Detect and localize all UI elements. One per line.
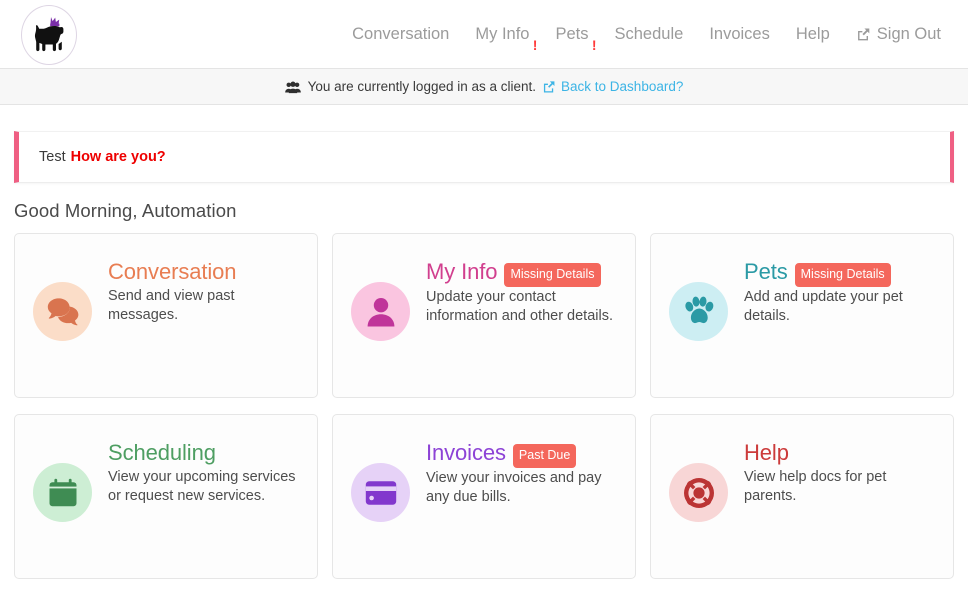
credit-card-icon [351, 463, 410, 522]
page-content: Test How are you? Good Morning, Automati… [0, 131, 968, 579]
card-body: Pets Missing Details Add and update your… [744, 256, 935, 327]
comments-icon [33, 282, 92, 341]
card-title-row: My Info Missing Details [426, 258, 617, 287]
card-title: Pets [744, 259, 788, 284]
back-to-dashboard-label: Back to Dashboard? [561, 79, 684, 94]
dashboard-card-conversation[interactable]: Conversation Send and view past messages… [14, 233, 318, 398]
dashboard-card-invoices[interactable]: Invoices Past Due View your invoices and… [332, 414, 636, 579]
nav-link-invoices[interactable]: Invoices [696, 26, 783, 43]
announcement-label: Test [39, 149, 66, 165]
nav-label: Help [795, 25, 830, 44]
life-ring-icon [669, 463, 728, 522]
card-body: Conversation Send and view past messages… [108, 256, 299, 326]
external-link-icon [542, 80, 556, 94]
primary-nav: Conversation My Info ! Pets ! Schedule I… [339, 0, 954, 69]
card-body: Invoices Past Due View your invoices and… [426, 437, 617, 508]
nav-link-schedule[interactable]: Schedule [602, 26, 697, 43]
dashboard-card-pets[interactable]: Pets Missing Details Add and update your… [650, 233, 954, 398]
nav-link-my-info[interactable]: My Info ! [462, 25, 542, 52]
calendar-icon [33, 463, 92, 522]
nav-label: Sign Out [876, 25, 941, 44]
impersonation-banner: You are currently logged in as a client.… [0, 69, 968, 105]
card-title-row: Scheduling [108, 439, 299, 467]
alert-exclamation-icon: ! [532, 37, 538, 54]
card-title: Conversation [108, 259, 237, 284]
nav-label: My Info [475, 25, 530, 44]
card-description: Add and update your pet details. [744, 288, 903, 325]
back-to-dashboard-link[interactable]: Back to Dashboard? [542, 79, 683, 94]
site-logo[interactable] [21, 5, 77, 65]
card-description: View your invoices and pay any due bills… [426, 469, 602, 506]
page-title: Good Morning, Automation [14, 200, 237, 221]
nav-label: Conversation [352, 25, 450, 44]
card-description: View your upcoming services or request n… [108, 468, 296, 505]
dashboard-card-my-info[interactable]: My Info Missing Details Update your cont… [332, 233, 636, 398]
external-link-icon [856, 27, 871, 42]
nav-label: Schedule [614, 25, 684, 44]
card-title: Scheduling [108, 440, 216, 465]
card-title: My Info [426, 259, 498, 284]
announcement-alert: Test How are you? [14, 131, 954, 183]
card-title-row: Help [744, 439, 935, 467]
nav-link-conversation[interactable]: Conversation [339, 26, 462, 43]
top-navbar: Conversation My Info ! Pets ! Schedule I… [0, 0, 968, 69]
user-icon [351, 282, 410, 341]
users-group-icon [284, 81, 301, 94]
dashboard-card-grid: Conversation Send and view past messages… [14, 233, 954, 579]
status-badge: Missing Details [794, 263, 891, 287]
card-description: View help docs for pet parents. [744, 468, 887, 505]
card-title-row: Pets Missing Details [744, 258, 935, 287]
card-description: Send and view past messages. [108, 287, 235, 324]
dashboard-card-scheduling[interactable]: Scheduling View your upcoming services o… [14, 414, 318, 579]
card-body: Help View help docs for pet parents. [744, 437, 935, 507]
card-description: Update your contact information and othe… [426, 288, 613, 325]
nav-link-help[interactable]: Help [783, 26, 843, 43]
announcement-message: How are you? [70, 149, 166, 165]
dashboard-card-help[interactable]: Help View help docs for pet parents. [650, 414, 954, 579]
card-body: Scheduling View your upcoming services o… [108, 437, 299, 507]
paw-icon [669, 282, 728, 341]
nav-link-pets[interactable]: Pets ! [542, 25, 601, 52]
card-title-row: Conversation [108, 258, 299, 286]
nav-label: Invoices [709, 25, 770, 44]
alert-exclamation-icon: ! [591, 37, 597, 54]
status-badge: Past Due [512, 444, 577, 468]
card-title: Invoices [426, 440, 506, 465]
card-body: My Info Missing Details Update your cont… [426, 256, 617, 327]
status-badge: Missing Details [504, 263, 601, 287]
card-title: Help [744, 440, 789, 465]
dog-with-crown-logo-icon [29, 13, 69, 57]
card-title-row: Invoices Past Due [426, 439, 617, 468]
nav-label: Pets [555, 25, 589, 44]
nav-link-sign-out[interactable]: Sign Out [843, 26, 954, 43]
impersonation-text: You are currently logged in as a client. [307, 79, 537, 94]
